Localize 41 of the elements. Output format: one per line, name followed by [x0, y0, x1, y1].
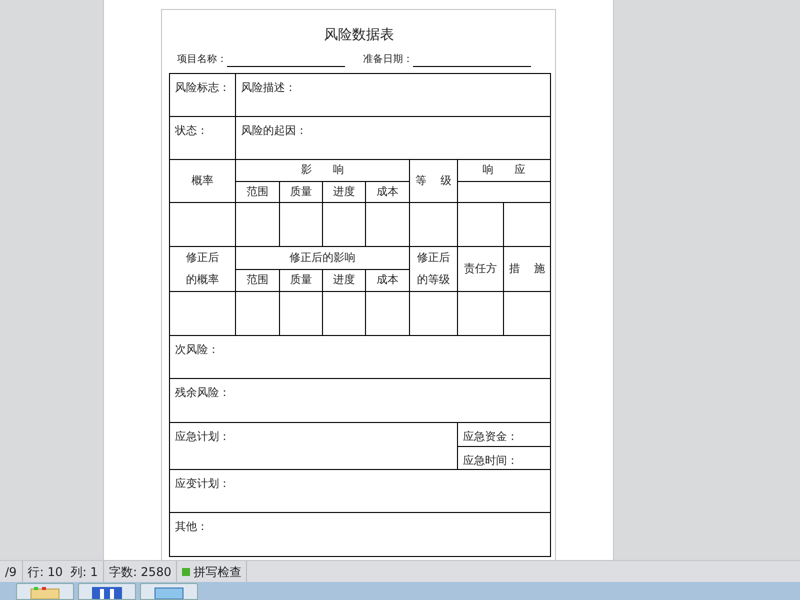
taskbar-button[interactable]	[78, 583, 136, 600]
status-text: 行: 10 列: 1	[28, 564, 98, 580]
cell-label: 概率	[190, 173, 214, 189]
app-icon	[92, 587, 122, 599]
cell-label: 状态：	[175, 124, 208, 137]
field-label: 准备日期：	[363, 52, 413, 67]
cell-label: 措 施	[509, 261, 545, 277]
cell-label: 其他：	[175, 520, 208, 533]
folder-icon	[30, 587, 60, 599]
cell-label: 责任方	[463, 261, 498, 277]
cell-label: 残余风险：	[175, 386, 230, 399]
cell-label: 应急时间：	[463, 454, 518, 466]
cell-label: 影 响	[301, 163, 344, 176]
cell-label: 修正后 的概率	[185, 250, 220, 288]
spell-check-button[interactable]: 拼写检查	[193, 562, 242, 580]
cell-label: 次风险：	[175, 343, 219, 356]
cell-label: 响 应	[482, 163, 526, 176]
cell-label: 风险标志：	[175, 81, 230, 94]
cell-label: 成本	[376, 184, 398, 198]
cell-label: 应变计划：	[175, 477, 230, 490]
document-title: 风险数据表	[323, 26, 395, 45]
taskbar-button[interactable]	[140, 583, 198, 600]
cell-label: 进度	[333, 273, 355, 286]
cell-label: 范围	[246, 273, 268, 286]
cell-label: 等 级	[415, 173, 452, 189]
cell-label: 成本	[376, 273, 398, 286]
cell-label: 风险的起因：	[241, 124, 307, 137]
cell-label: 修正后 的等级	[416, 250, 451, 288]
screen-icon	[154, 587, 184, 599]
cell-label: 质量	[290, 273, 312, 286]
cell-label: 修正后的影响	[290, 250, 356, 264]
cell-label: 范围	[246, 184, 268, 198]
cell-label: 质量	[290, 184, 312, 198]
field-label: 项目名称：	[177, 53, 227, 67]
cell-label: 进度	[333, 184, 355, 198]
cell-label: 应急计划：	[175, 430, 230, 443]
cell-label: 风险描述：	[241, 81, 296, 94]
status-square-icon	[182, 568, 190, 576]
status-text: 字数: 2580	[108, 564, 172, 580]
cell-label: 应急资金：	[463, 430, 518, 443]
status-text: /9	[5, 564, 17, 580]
